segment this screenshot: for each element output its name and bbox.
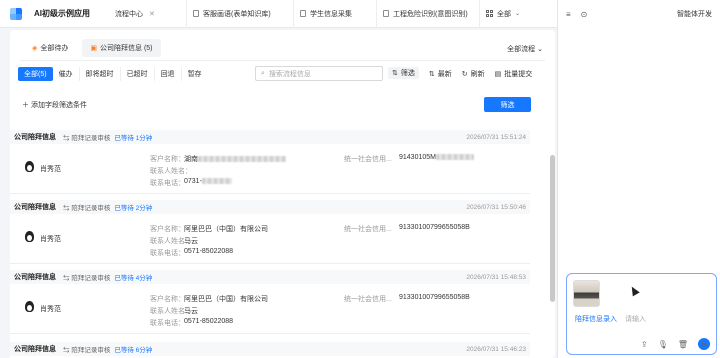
node-icon: ⇆ 陪拜记录审核 [63,135,111,142]
person-name: 肖秀范 [40,166,61,173]
contact-label: 联系人姓名： [150,168,192,175]
card-header: 公司陪拜信息 ⇆ 陪拜记录审核 已等待 2分钟 2026/07/31 15:50… [10,200,530,214]
card-header: 公司陪拜信息 ⇆ 陪拜记录审核 已等待 1分钟 2026/07/31 15:51… [10,130,530,144]
contact-value: 马云 [184,238,198,245]
card-step: 陪拜记录审核 [71,347,111,354]
settings-icon[interactable]: ⊙ [581,10,588,19]
credit-label: 统一社会信用... [344,226,392,233]
card-step: 陪拜记录审核 [71,205,111,212]
card-time: 2026/07/31 15:50:46 [466,203,526,211]
microphone-icon[interactable]: 🎙 [658,340,668,349]
agent-panel: ≡ ⊙ 智能体开发 陪拜信息录入 请输入 ⇪ 🎙 🗑 ➤ [557,0,720,358]
agent-panel-header: ≡ ⊙ 智能体开发 [558,0,720,28]
list-item[interactable]: 公司陪拜信息 ⇆ 陪拜记录审核 已等待 4分钟 2026/07/31 15:48… [10,270,530,334]
chat-input-box[interactable]: 陪拜信息录入 请输入 ⇪ 🎙 🗑 ➤ [566,273,717,355]
customer-text: 湖南 [184,156,198,163]
card-title: 公司陪拜信息 [14,204,56,211]
phone-label: 联系电话： [150,180,185,187]
credit-text: 91430105M [399,154,436,161]
agent-panel-title: 智能体开发 [677,11,712,18]
card-wait: 已等待 6分钟 [114,347,153,354]
card-title: 公司陪拜信息 [14,346,56,353]
card-wait: 已等待 2分钟 [114,205,153,212]
card-time: 2026/07/31 15:46:23 [466,345,526,353]
chat-tools: ⇪ 🎙 🗑 ➤ [641,338,710,350]
card-time: 2026/07/31 15:51:24 [466,133,526,141]
card-title: 公司陪拜信息 [14,134,56,141]
card-step: 陪拜记录审核 [71,275,111,282]
credit-value: 91330100799655058B [399,294,470,301]
penguin-avatar-icon [25,161,34,172]
customer-label: 客户名称： [150,296,185,303]
menu-icon[interactable]: ≡ [566,10,571,19]
phone-value: 0571-85022088 [184,318,234,325]
card-title: 公司陪拜信息 [14,274,56,281]
send-icon: ➤ [700,339,708,349]
card-wait: 已等待 1分钟 [114,135,153,142]
card-time: 2026/07/31 15:48:53 [466,273,526,281]
node-icon: ⇆ 陪拜记录审核 [63,347,111,354]
card-wait: 已等待 4分钟 [114,275,153,282]
customer-value: 阿里巴巴（中国）有限公司 [184,226,268,233]
customer-value: 湖南 [184,154,286,164]
contact-value: 马云 [184,308,198,315]
attached-image-thumbnail[interactable] [573,280,600,307]
send-button[interactable]: ➤ [698,338,710,350]
penguin-avatar-icon [25,301,34,312]
redacted-text [198,156,286,163]
phone-label: 联系电话： [150,320,185,327]
customer-value: 阿里巴巴（中国）有限公司 [184,296,268,303]
chat-placeholder: 请输入 [625,316,646,323]
card-header: 公司陪拜信息 ⇆ 陪拜记录审核 已等待 4分钟 2026/07/31 15:48… [10,270,530,284]
scrollbar[interactable] [550,155,555,302]
list-item[interactable]: 公司陪拜信息 ⇆ 陪拜记录审核 已等待 6分钟 2026/07/31 15:46… [10,342,530,358]
credit-value: 91430105M [399,154,474,161]
node-icon: ⇆ 陪拜记录审核 [63,205,111,212]
list-item[interactable]: 公司陪拜信息 ⇆ 陪拜记录审核 已等待 1分钟 2026/07/31 15:51… [10,130,530,194]
task-list: 公司陪拜信息 ⇆ 陪拜记录审核 已等待 1分钟 2026/07/31 15:51… [10,0,530,358]
credit-value: 91330100799655058B [399,224,470,231]
phone-text: 0731- [184,178,202,185]
trash-icon[interactable]: 🗑 [678,340,688,349]
node-icon: ⇆ 陪拜记录审核 [63,275,111,282]
phone-value: 0731- [184,178,232,185]
credit-label: 统一社会信用... [344,296,392,303]
credit-label: 统一社会信用... [344,156,392,163]
chevron-down-icon: ⌄ [537,46,543,53]
person-name: 肖秀范 [40,236,61,243]
redacted-text [435,154,474,161]
redacted-text [201,178,232,185]
person-name: 肖秀范 [40,306,61,313]
list-item[interactable]: 公司陪拜信息 ⇆ 陪拜记录审核 已等待 2分钟 2026/07/31 15:50… [10,200,530,264]
customer-label: 客户名称： [150,226,185,233]
card-header: 公司陪拜信息 ⇆ 陪拜记录审核 已等待 6分钟 2026/07/31 15:46… [10,342,530,356]
phone-value: 0571-85022088 [184,248,234,255]
penguin-avatar-icon [25,231,34,242]
phone-label: 联系电话： [150,250,185,257]
upload-icon[interactable]: ⇪ [641,340,648,349]
chat-agent-tag[interactable]: 陪拜信息录入 [575,314,617,324]
customer-label: 客户名称： [150,156,185,163]
card-step: 陪拜记录审核 [71,135,111,142]
